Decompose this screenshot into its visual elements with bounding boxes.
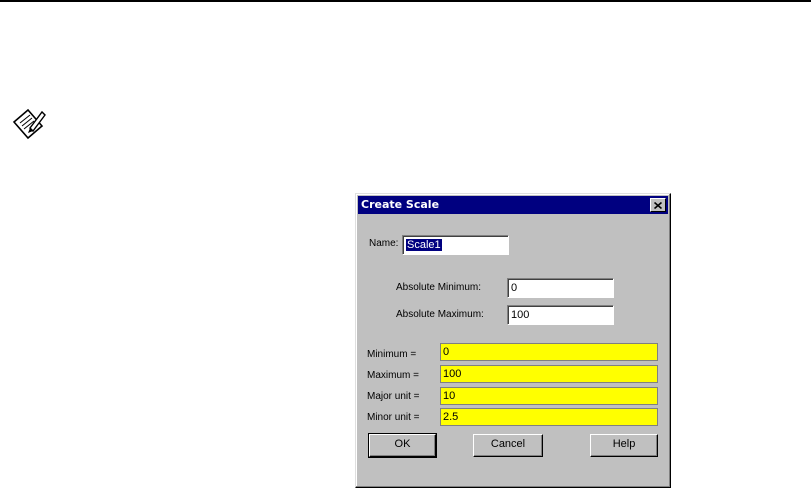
dialog-title: Create Scale <box>361 198 440 211</box>
absolute-maximum-label: Absolute Maximum: <box>396 309 484 320</box>
name-value: Scale1 <box>406 239 442 251</box>
maximum-field[interactable]: 100 <box>440 365 658 383</box>
close-icon <box>654 201 662 209</box>
absolute-maximum-field[interactable]: 100 <box>507 305 614 325</box>
minor-unit-label: Minor unit = <box>367 412 420 423</box>
minor-unit-field[interactable]: 2.5 <box>440 408 658 426</box>
help-button[interactable]: Help <box>590 434 658 457</box>
cancel-button[interactable]: Cancel <box>473 434 543 457</box>
absolute-minimum-label: Absolute Minimum: <box>396 282 482 293</box>
dialog-titlebar[interactable]: Create Scale <box>358 196 668 214</box>
maximum-label: Maximum = <box>367 370 419 381</box>
ok-button[interactable]: OK <box>368 433 437 458</box>
minimum-label: Minimum = <box>367 349 417 360</box>
major-unit-label: Major unit = <box>367 391 420 402</box>
minimum-field[interactable]: 0 <box>440 343 658 361</box>
name-label: Name: <box>369 238 399 249</box>
close-button[interactable] <box>650 198 666 212</box>
name-field[interactable]: Scale1 <box>402 235 509 255</box>
absolute-minimum-field[interactable]: 0 <box>507 278 614 298</box>
create-scale-dialog: Create Scale Name: Scale1 Absolute Minim… <box>355 193 671 488</box>
note-pencil-icon <box>12 108 46 140</box>
major-unit-field[interactable]: 10 <box>440 387 658 405</box>
page-top-rule <box>0 0 811 2</box>
